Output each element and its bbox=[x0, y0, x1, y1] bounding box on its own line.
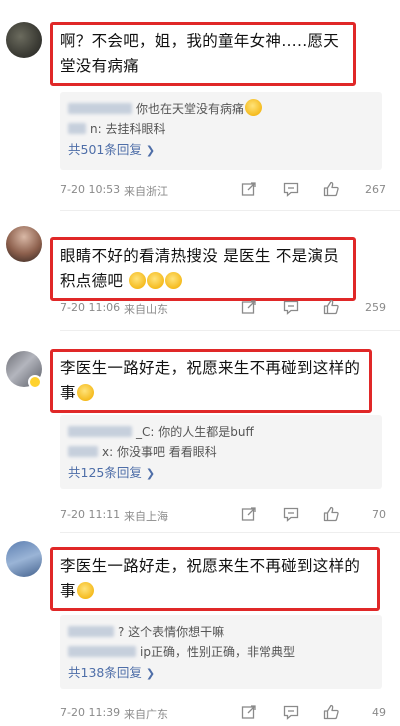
crying-emoji-icon bbox=[245, 99, 263, 116]
comment-item: 眼睛不好的看清热搜没 是医生 不是演员 积点德吧 7-20 11:06 来自山东… bbox=[0, 215, 400, 325]
reply-username[interactable] bbox=[68, 646, 136, 657]
divider bbox=[60, 532, 400, 533]
smile-emoji-icon bbox=[165, 272, 183, 289]
reply-line: 你也在天堂没有病痛 bbox=[68, 99, 374, 119]
like-count: 267 bbox=[365, 183, 386, 196]
avatar[interactable] bbox=[6, 541, 42, 577]
smile-emoji-icon bbox=[147, 272, 165, 289]
share-icon[interactable] bbox=[240, 703, 260, 723]
reply-line: ip正确，性别正确，非常典型 bbox=[68, 642, 374, 662]
comment-icon[interactable] bbox=[282, 180, 302, 200]
share-icon[interactable] bbox=[240, 180, 260, 200]
comment-highlight: 李医生一路好走，祝愿来生不再碰到这样的事 bbox=[50, 547, 380, 611]
share-icon[interactable] bbox=[240, 505, 260, 525]
location-label: 来自浙江 bbox=[124, 185, 168, 198]
comment-highlight: 眼睛不好的看清热搜没 是医生 不是演员 积点德吧 bbox=[50, 237, 356, 301]
comment-item: 啊？不会吧，姐，我的童年女神…..愿天堂没有病痛 你也在天堂没有病痛 n: 去挂… bbox=[0, 0, 400, 205]
like-count: 70 bbox=[372, 508, 386, 521]
comment-item: 李医生一路好走，祝愿来生不再碰到这样的事 ? 这个表情你想干嘛 ip正确，性别正… bbox=[0, 535, 400, 726]
share-icon[interactable] bbox=[240, 298, 260, 318]
timestamp: 7-20 11:11 bbox=[60, 508, 121, 521]
reply-line: n: 去挂科眼科 bbox=[68, 119, 374, 139]
chevron-right-icon: ❯ bbox=[145, 467, 156, 480]
chevron-right-icon: ❯ bbox=[145, 667, 156, 680]
comment-icon[interactable] bbox=[282, 703, 302, 723]
location-label: 来自上海 bbox=[124, 510, 168, 523]
comment-meta: 7-20 10:53 来自浙江 267 bbox=[60, 180, 390, 200]
comment-meta: 7-20 11:39 来自广东 49 bbox=[60, 703, 390, 723]
timestamp: 7-20 10:53 bbox=[60, 183, 121, 196]
reply-username[interactable] bbox=[68, 446, 98, 457]
reply-count-link[interactable]: 共501条回复 ❯ bbox=[68, 139, 374, 161]
reply-username[interactable] bbox=[68, 426, 132, 437]
reply-preview[interactable]: ? 这个表情你想干嘛 ip正确，性别正确，非常典型 共138条回复 ❯ bbox=[60, 615, 382, 689]
comment-item: 李医生一路好走，祝愿来生不再碰到这样的事 _C: 你的人生都是buff x: 你… bbox=[0, 335, 400, 530]
like-count: 259 bbox=[365, 301, 386, 314]
reply-line: _C: 你的人生都是buff bbox=[68, 422, 374, 442]
comment-highlight: 啊？不会吧，姐，我的童年女神…..愿天堂没有病痛 bbox=[50, 22, 356, 86]
comment-text: 眼睛不好的看清热搜没 是医生 不是演员 积点德吧 bbox=[60, 247, 340, 290]
comment-meta: 7-20 11:11 来自上海 70 bbox=[60, 505, 390, 525]
reply-username[interactable] bbox=[68, 626, 114, 637]
avatar[interactable] bbox=[6, 226, 42, 262]
chevron-right-icon: ❯ bbox=[145, 144, 156, 157]
emoji-icon bbox=[76, 582, 94, 599]
avatar[interactable] bbox=[6, 22, 42, 58]
divider bbox=[60, 210, 400, 211]
reply-preview[interactable]: _C: 你的人生都是buff x: 你没事吧 看看眼科 共125条回复 ❯ bbox=[60, 415, 382, 489]
location-label: 来自广东 bbox=[124, 708, 168, 721]
reply-line: ? 这个表情你想干嘛 bbox=[68, 622, 374, 642]
reply-count-link[interactable]: 共125条回复 ❯ bbox=[68, 462, 374, 484]
comment-text: 啊？不会吧，姐，我的童年女神…..愿天堂没有病痛 bbox=[60, 32, 340, 75]
thumbs-up-icon[interactable] bbox=[322, 505, 342, 525]
verified-badge-icon bbox=[28, 375, 42, 389]
comment-icon[interactable] bbox=[282, 505, 302, 525]
reply-username[interactable] bbox=[68, 103, 132, 114]
emoji-icon bbox=[76, 384, 94, 401]
comment-meta: 7-20 11:06 来自山东 259 bbox=[60, 298, 390, 318]
reply-count-link[interactable]: 共138条回复 ❯ bbox=[68, 662, 374, 684]
location-label: 来自山东 bbox=[124, 303, 168, 316]
reply-preview[interactable]: 你也在天堂没有病痛 n: 去挂科眼科 共501条回复 ❯ bbox=[60, 92, 382, 170]
comment-text: 李医生一路好走，祝愿来生不再碰到这样的事 bbox=[60, 359, 361, 402]
thumbs-up-icon[interactable] bbox=[322, 703, 342, 723]
smile-emoji-icon bbox=[129, 272, 147, 289]
like-count: 49 bbox=[372, 706, 386, 719]
timestamp: 7-20 11:06 bbox=[60, 301, 121, 314]
comment-icon[interactable] bbox=[282, 298, 302, 318]
comment-highlight: 李医生一路好走，祝愿来生不再碰到这样的事 bbox=[50, 349, 372, 413]
thumbs-up-icon[interactable] bbox=[322, 180, 342, 200]
comment-text: 李医生一路好走，祝愿来生不再碰到这样的事 bbox=[60, 557, 361, 600]
timestamp: 7-20 11:39 bbox=[60, 706, 121, 719]
divider bbox=[60, 330, 400, 331]
thumbs-up-icon[interactable] bbox=[322, 298, 342, 318]
reply-username[interactable] bbox=[68, 123, 86, 134]
reply-line: x: 你没事吧 看看眼科 bbox=[68, 442, 374, 462]
